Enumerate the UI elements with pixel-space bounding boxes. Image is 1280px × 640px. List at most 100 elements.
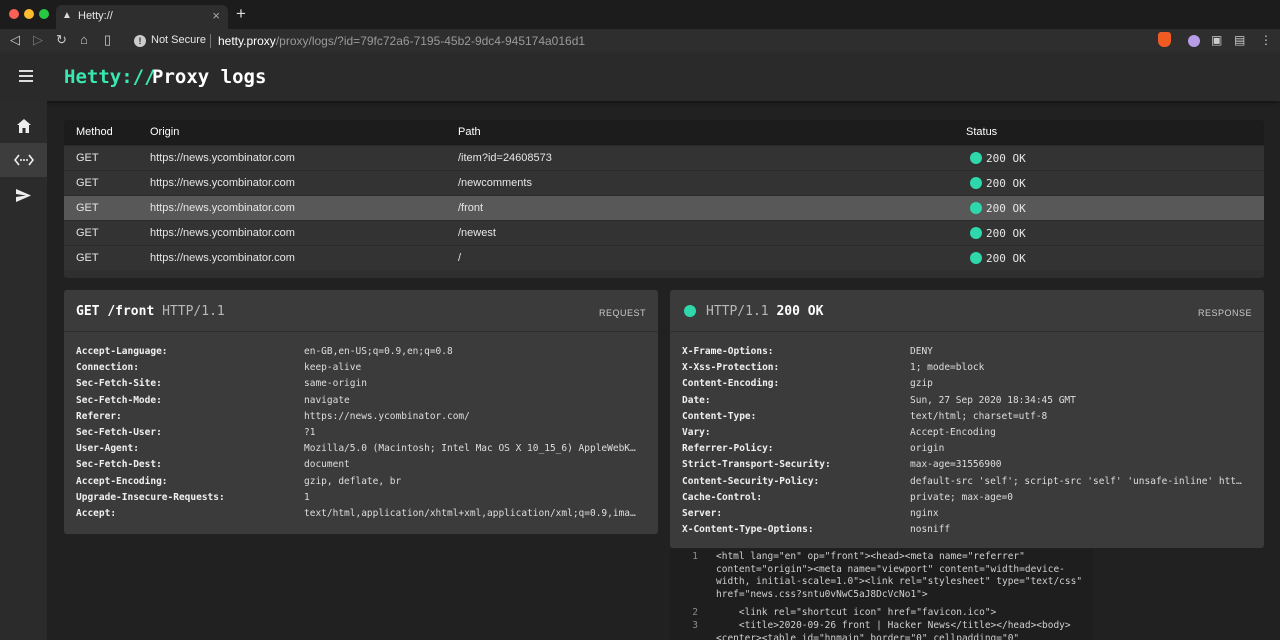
header-row: Connection: keep-alive [76,362,636,378]
header-row: User-Agent: Mozilla/5.0 (Macintosh; Intel… [76,443,636,459]
sidebar-item-proxy-logs[interactable] [0,143,47,177]
profile-icon[interactable] [1188,35,1200,47]
column-header-status[interactable]: Status [966,126,997,138]
reload-icon[interactable]: ↻ [56,32,67,48]
header-row: Accept: text/html,application/xhtml+xml,a… [76,508,636,524]
url-separator [210,34,211,48]
header-value: max-age=31556900 [910,459,1002,471]
address-bar[interactable]: ! Not Secure hetty.proxy/proxy/logs/?id=… [126,31,1176,51]
brave-shield-icon[interactable] [1158,32,1171,47]
header-key: Accept-Language: [76,346,168,357]
header-row: X-Content-Type-Options: nosniff [682,524,1242,540]
status-indicator [970,202,982,214]
browser-tab[interactable]: ▲ Hetty:// × [56,5,228,29]
row-origin: https://news.ycombinator.com [150,177,295,189]
line-number: 1 [692,551,698,562]
url-text[interactable]: hetty.proxy/proxy/logs/?id=79fc72a6-7195… [218,34,585,48]
row-status: 200 OK [986,202,1026,215]
row-origin: https://news.ycombinator.com [150,202,295,214]
column-header-method[interactable]: Method [76,126,113,138]
table-row[interactable]: GET https://news.ycombinator.com/front 200… [64,195,1264,220]
table-row[interactable]: GET https://news.ycombinator.com / 200 OK [64,245,1264,270]
app-header: Hetty:// Proxy logs [0,53,1280,101]
header-row: Strict-Transport-Security: max-age=315569… [682,459,1242,475]
row-origin: https://news.ycombinator.com [150,252,295,264]
header-value: nosniff [910,524,951,536]
minimize-window-button[interactable] [24,9,34,19]
sidebar-item-sender[interactable] [0,179,47,213]
header-value: 1 [304,491,310,503]
header-key: Sec-Fetch-Site: [76,378,162,390]
back-icon[interactable]: ◁ [10,32,20,48]
response-protocol: HTTP/1.1 [706,304,769,319]
header-row: Accept-Language: en-GB,en-US;q=0.9,en;q=0… [76,346,636,362]
header-value: en-GB,en-US;q=0.9,en;q=0.8 [304,346,453,357]
page-title: Proxy logs [152,66,267,88]
row-method: GET [76,227,99,239]
header-key: Sec-Fetch-User: [76,427,162,438]
code-arrows-icon [13,154,34,166]
table-row[interactable]: GET https://news.ycombinator.com/newest 20… [64,220,1264,245]
menu-icon[interactable]: ⋮ [1260,33,1272,47]
column-header-path[interactable]: Path [458,126,481,138]
header-key: Connection: [76,362,139,374]
header-value: Accept-Encoding [910,427,996,438]
header-row: X-Xss-Protection: 1; mode=block [682,362,1242,378]
column-header-origin[interactable]: Origin [150,126,179,138]
close-window-button[interactable] [9,9,19,19]
line-text: <link rel="shortcut icon" href="favicon.… [716,607,997,618]
header-key: Referer: [76,410,122,422]
table-row[interactable]: GET https://news.ycombinator.com/item?id=… [64,145,1264,170]
status-indicator [970,252,982,264]
zoom-window-button[interactable] [39,9,49,19]
response-status: 200 OK [776,304,824,319]
puzzle-icon[interactable]: ▣ [1211,33,1222,47]
header-value: private; max-age=0 [910,491,1013,503]
row-path: /newest [458,227,496,239]
header-value: text/html,application/xhtml+xml,applicat… [304,508,636,519]
hamburger-menu-icon[interactable] [19,70,33,82]
line-number: 3 [692,620,698,631]
row-status: 200 OK [986,177,1026,190]
header-key: X-Xss-Protection: [682,362,780,374]
home-icon[interactable]: ⌂ [80,32,88,47]
row-status: 200 OK [986,227,1026,240]
header-value: gzip, deflate, br [304,475,402,487]
header-value: text/html; charset=utf-8 [910,410,1048,422]
header-row: X-Frame-Options: DENY [682,346,1242,362]
header-key: User-Agent: [76,443,139,455]
forward-icon[interactable]: ▷ [33,32,43,48]
table-row[interactable]: GET https://news.ycombinator.com/newcomme… [64,170,1264,195]
header-row: Sec-Fetch-Site: same-origin [76,378,636,394]
bookmark-icon[interactable]: ▯ [104,32,111,48]
request-panel-header: GET /front HTTP/1.1 REQUEST [64,290,658,332]
header-row: Sec-Fetch-Dest: document [76,459,636,475]
header-row: Date: Sun, 27 Sep 2020 18:34:45 GMT [682,395,1242,411]
line-text: <html lang="en" op="front"><head><meta n… [716,551,1088,600]
response-line: HTTP/1.1 200 OK [706,304,823,319]
header-value: DENY [910,346,933,357]
header-value: origin [910,443,945,455]
wallet-icon[interactable]: ▤ [1234,33,1245,47]
header-row: Sec-Fetch-Mode: navigate [76,395,636,411]
row-path: /newcomments [458,177,532,189]
sidebar [0,101,47,640]
header-key: Referrer-Policy: [682,443,774,455]
response-body-editor[interactable]: 1 <html lang="en" op="front"><head><meta … [670,549,1094,640]
header-key: Accept: [76,508,117,519]
line-number: 2 [692,607,698,618]
header-key: Upgrade-Insecure-Requests: [76,491,225,503]
proxy-logs-table: Method Origin Path Status GET https://new… [64,120,1264,278]
row-status: 200 OK [986,252,1026,265]
header-value: same-origin [304,378,367,390]
header-key: Content-Type: [682,410,757,422]
tab-close-icon[interactable]: × [212,8,220,23]
header-row: Upgrade-Insecure-Requests: 1 [76,492,636,508]
header-key: Date: [682,394,711,406]
sidebar-item-home[interactable] [0,109,47,143]
header-row: Content-Encoding: gzip [682,378,1242,394]
info-icon[interactable]: ! [134,35,146,47]
table-header: Method Origin Path Status [64,120,1264,145]
new-tab-button[interactable]: + [236,4,246,24]
status-indicator [684,305,696,317]
